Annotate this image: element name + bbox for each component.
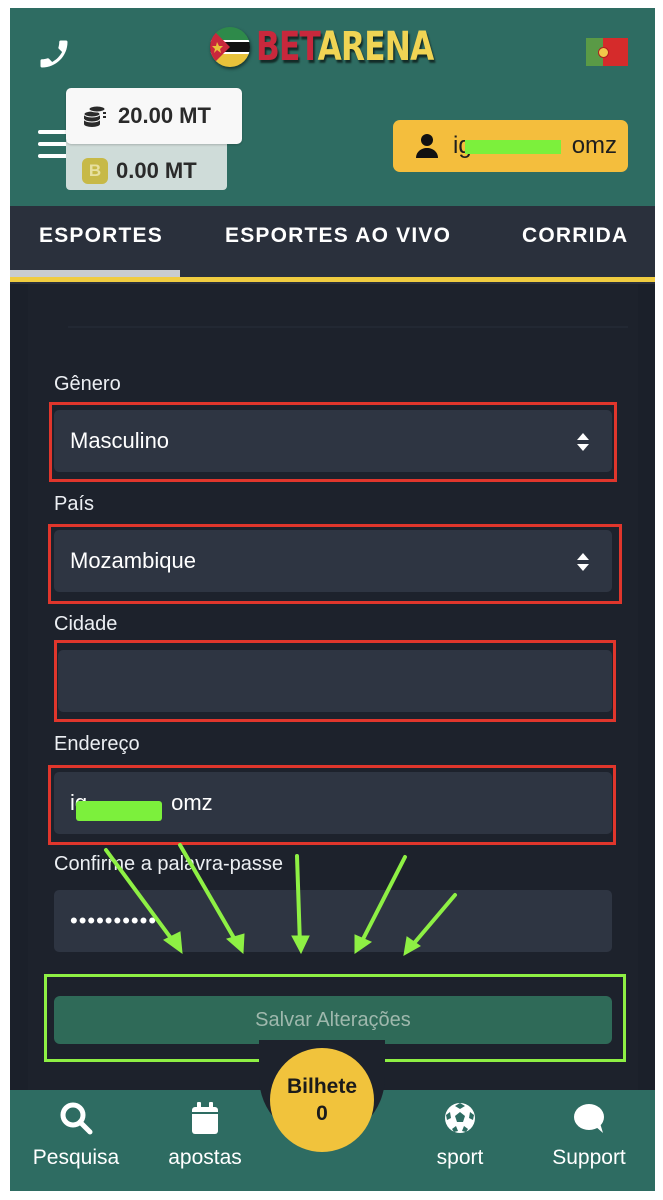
logo-text-arena: ARENA [317, 24, 435, 70]
ticket-count: 0 [316, 1102, 328, 1125]
calendar-icon [192, 1102, 218, 1134]
phone-icon[interactable] [36, 36, 72, 72]
ticket-label: Bilhete [286, 1074, 357, 1098]
divider [68, 326, 628, 328]
annotation-highlight [48, 524, 622, 604]
confirm-password-input[interactable]: •••••••••• [54, 890, 612, 952]
user-account-button[interactable]: ig omz [393, 120, 628, 172]
city-label: Cidade [54, 613, 118, 635]
tab-underline [10, 277, 655, 282]
coins-icon [83, 105, 106, 127]
mozambique-flag-ball-icon [210, 27, 250, 67]
user-icon [416, 134, 438, 158]
app-screen: BETARENA B 0.00 MT 20.00 MT ig omz ESPOR… [10, 8, 655, 1191]
nav-search-label: Pesquisa [32, 1146, 120, 1169]
balance-amount: 20.00 MT [118, 103, 211, 128]
nav-sport-label: sport [436, 1146, 484, 1169]
nav-support-label: Support [552, 1146, 626, 1169]
nav-sport[interactable]: sport [424, 1100, 496, 1170]
redaction-mark [465, 140, 561, 154]
confirm-password-label: Confirme a palavra-passe [54, 853, 283, 875]
country-label: País [54, 493, 95, 515]
annotation-highlight [54, 640, 616, 722]
main-balance[interactable]: 20.00 MT [66, 88, 242, 144]
chat-bubble-icon [574, 1104, 604, 1133]
tab-corrida[interactable]: CORRIDA [522, 224, 628, 248]
tab-esportes[interactable]: ESPORTES [39, 224, 163, 248]
annotation-highlight [49, 402, 617, 482]
header: BETARENA B 0.00 MT 20.00 MT ig omz [10, 8, 655, 206]
betarena-logo[interactable]: BETARENA [210, 22, 484, 72]
confirm-password-value: •••••••••• [70, 908, 158, 933]
nav-support[interactable]: Support [544, 1100, 634, 1170]
annotation-highlight [48, 765, 616, 845]
tab-esportes-ao-vivo[interactable]: ESPORTES AO VIVO [225, 224, 451, 248]
nav-bets[interactable]: apostas [162, 1100, 248, 1170]
logo-text-bet: BET [256, 24, 318, 70]
portugal-flag-icon[interactable] [586, 38, 628, 66]
nav-bets-label: apostas [168, 1146, 242, 1169]
gender-label: Gênero [54, 373, 121, 395]
sports-tabs: ESPORTES ESPORTES AO VIVO CORRIDA [10, 206, 655, 284]
bonus-balance[interactable]: B 0.00 MT [66, 138, 227, 190]
bonus-amount: 0.00 MT [116, 158, 197, 183]
bonus-badge-icon: B [82, 158, 108, 184]
nav-search[interactable]: Pesquisa [28, 1100, 124, 1170]
soccer-ball-icon [445, 1103, 475, 1133]
search-icon [60, 1102, 93, 1135]
username: ig omz [453, 132, 618, 159]
address-label: Endereço [54, 733, 140, 755]
bet-slip-button[interactable]: Bilhete 0 [270, 1048, 374, 1152]
